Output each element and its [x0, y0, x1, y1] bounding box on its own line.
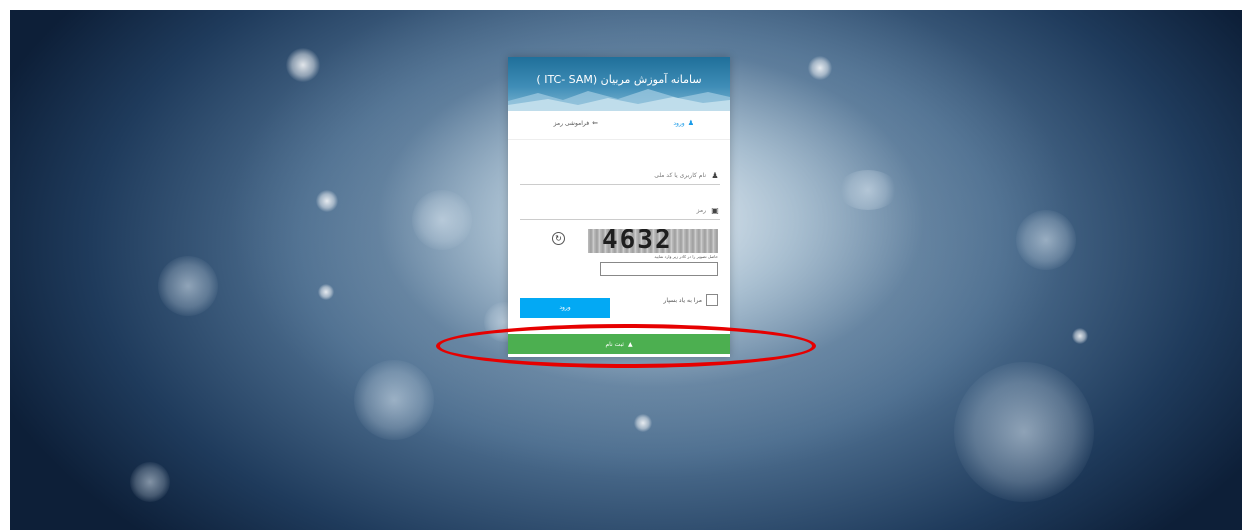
captcha-hint: حاصل تصویر را در کادر زیر وارد نمایید — [654, 254, 718, 259]
bokeh-light — [130, 462, 170, 502]
bokeh-light — [1016, 210, 1076, 270]
captcha-image: 4632 — [588, 229, 718, 253]
tab-forgot-password[interactable]: ⇐ فراموشی رمز — [554, 119, 598, 127]
bokeh-light — [286, 48, 320, 82]
password-field[interactable]: ▣ رمز — [520, 201, 720, 220]
remember-me[interactable]: مرا به یاد بسپار — [663, 294, 718, 306]
bokeh-light — [838, 170, 898, 210]
mountains-decoration — [508, 89, 730, 111]
login-card: سامانه آموزش مربیان (ITC- SAM ) ♟ ورود ⇐… — [508, 57, 730, 357]
password-placeholder: رمز — [696, 206, 706, 214]
lock-icon: ▣ — [711, 205, 719, 215]
bokeh-light — [158, 256, 218, 316]
tab-bar: ♟ ورود ⇐ فراموشی رمز — [508, 111, 730, 140]
bokeh-light — [634, 414, 652, 432]
graduation-cap-icon: ▲ — [627, 340, 633, 348]
bokeh-light — [808, 56, 832, 80]
bokeh-light — [412, 190, 472, 250]
user-icon: ♟ — [711, 170, 719, 180]
remember-me-checkbox[interactable] — [706, 294, 718, 306]
username-field[interactable]: ♟ نام کاربری یا کد ملی — [520, 166, 720, 185]
captcha-value: 4632 — [602, 229, 673, 253]
page-title: سامانه آموزش مربیان (ITC- SAM ) — [536, 73, 702, 86]
tab-forgot-password-label: فراموشی رمز — [553, 119, 590, 127]
captcha-input[interactable] — [600, 262, 718, 276]
register-button-label: ثبت نام — [605, 340, 624, 348]
tab-login-label: ورود — [673, 119, 685, 127]
bokeh-light — [954, 362, 1094, 502]
bokeh-light — [316, 190, 338, 212]
card-header: سامانه آموزش مربیان (ITC- SAM ) — [508, 57, 730, 111]
tab-login[interactable]: ♟ ورود — [673, 119, 694, 127]
bokeh-light — [354, 360, 434, 440]
login-button[interactable]: ورود — [520, 298, 610, 318]
bokeh-light — [318, 284, 334, 300]
register-button[interactable]: ▲ ثبت نام — [508, 334, 730, 354]
remember-me-label: مرا به یاد بسپار — [663, 296, 702, 304]
username-placeholder: نام کاربری یا کد ملی — [654, 171, 706, 179]
refresh-icon[interactable]: ↻ — [552, 232, 565, 245]
user-icon: ♟ — [687, 119, 694, 127]
bokeh-light — [1072, 328, 1088, 344]
key-icon: ⇐ — [592, 119, 598, 127]
